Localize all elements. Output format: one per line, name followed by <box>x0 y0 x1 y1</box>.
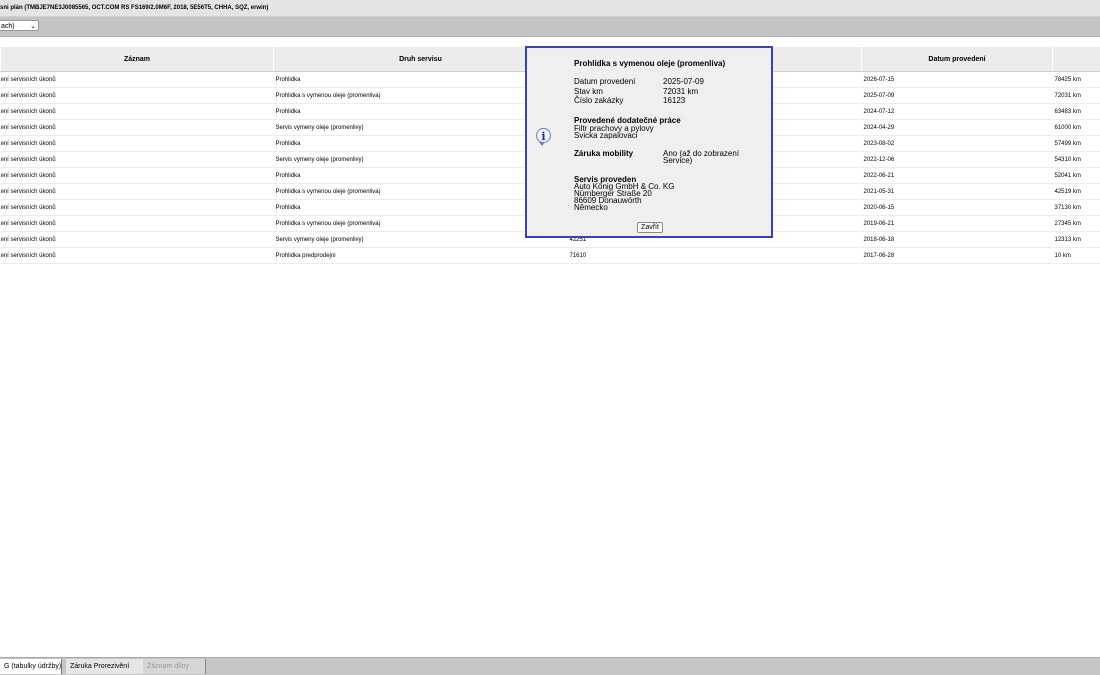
extra-work-list: Filtr prachovy a pylovy Svicka zapalovac… <box>574 125 654 139</box>
view-select[interactable]: ach) ⌄ <box>0 20 39 31</box>
column-header-date[interactable]: Datum provedení <box>862 47 1053 72</box>
cell-date: 2022-12-06 <box>862 152 1053 168</box>
mobility-value: Ano (až do zobrazení Service) <box>663 150 739 164</box>
cell-date: 2023-08-02 <box>862 136 1053 152</box>
cell-record: ení servisních úkonů <box>1 168 274 184</box>
cell-record: ení servisních úkonů <box>1 200 274 216</box>
cell-type: Prohlidka <box>274 200 568 216</box>
cell-record: ení servisních úkonů <box>1 232 274 248</box>
cell-type: Prohlidka predprodejni <box>274 248 568 264</box>
tab-maintenance-tables[interactable]: G (tabulky údržby) <box>0 659 62 674</box>
column-header-km[interactable] <box>1053 47 1100 72</box>
cell-date: 2026-07-15 <box>862 72 1053 88</box>
cell-km: 78425 km <box>1053 72 1100 88</box>
cell-date: 2019-06-21 <box>862 216 1053 232</box>
cell-type: Prohlidka s vymenou oleje (promenliva) <box>274 216 568 232</box>
cell-type: Prohlidka s vymenou oleje (promenliva) <box>274 184 568 200</box>
column-header-type[interactable]: Druh servisu <box>274 47 568 72</box>
cell-order: 71610 <box>568 248 862 264</box>
mobility-label: Záruka mobility <box>574 150 633 158</box>
cell-date: 2022-06-21 <box>862 168 1053 184</box>
field-value-order: 16123 <box>663 97 685 105</box>
cell-date: 2021-05-31 <box>862 184 1053 200</box>
extra-work-item: Svicka zapalovaci <box>574 132 654 139</box>
cell-record: ení servisních úkonů <box>1 216 274 232</box>
cell-date: 2020-06-15 <box>862 200 1053 216</box>
cell-record: ení servisních úkonů <box>1 120 274 136</box>
cell-type: Prohlidka <box>274 104 568 120</box>
cell-km: 37130 km <box>1053 200 1100 216</box>
cell-km: 10 km <box>1053 248 1100 264</box>
info-icon: i <box>536 128 551 143</box>
view-select-value: ach) <box>1 23 15 30</box>
cell-record: ení servisních úkonů <box>1 136 274 152</box>
cell-type: Prohlidka <box>274 72 568 88</box>
bottom-tab-strip: G (tabulky údržby) Záruka Prorezivění Zá… <box>0 657 1100 675</box>
field-label-date: Datum provedení <box>574 78 635 86</box>
cell-type: Prohlidka <box>274 168 568 184</box>
cell-record: ení servisních úkonů <box>1 72 274 88</box>
cell-type: Prohlidka <box>274 136 568 152</box>
table-row[interactable]: ení servisních úkonůProhlidka predprodej… <box>1 248 1100 264</box>
cell-km: 57499 km <box>1053 136 1100 152</box>
service-detail-dialog: i Prohlidka s vymenou oleje (promenliva)… <box>525 46 773 238</box>
cell-date: 2025-07-09 <box>862 88 1053 104</box>
cell-date: 2024-04-29 <box>862 120 1053 136</box>
cell-date: 2024-07-12 <box>862 104 1053 120</box>
dialog-title: Prohlidka s vymenou oleje (promenliva) <box>574 59 725 68</box>
tab-rust-warranty[interactable]: Záruka Prorezivění <box>66 659 144 674</box>
cell-km: 61000 km <box>1053 120 1100 136</box>
cell-type: Servis vymeny oleje (promenlivy) <box>274 232 568 248</box>
cell-date: 2018-06-18 <box>862 232 1053 248</box>
toolbar: ach) ⌄ <box>0 17 1100 37</box>
field-value-km: 72031 km <box>663 88 698 96</box>
field-value-date: 2025-07-09 <box>663 78 704 86</box>
address-line: Německo <box>574 204 675 211</box>
cell-type: Servis vymeny oleje (promenlivy) <box>274 120 568 136</box>
mobility-value-line: Service) <box>663 157 739 164</box>
cell-km: 27345 km <box>1053 216 1100 232</box>
window-title: sni plán (TMBJE7NE3J0085565, OCT.COM RS … <box>0 0 1100 17</box>
field-label-km: Stav km <box>574 88 603 96</box>
cell-km: 72031 km <box>1053 88 1100 104</box>
cell-km: 52041 km <box>1053 168 1100 184</box>
cell-record: ení servisních úkonů <box>1 184 274 200</box>
cell-km: 54310 km <box>1053 152 1100 168</box>
field-label-order: Číslo zakázky <box>574 97 623 105</box>
close-button[interactable]: Zavřít <box>637 222 663 233</box>
cell-record: ení servisních úkonů <box>1 104 274 120</box>
column-header-record[interactable]: Záznam <box>1 47 274 72</box>
cell-date: 2017-06-28 <box>862 248 1053 264</box>
tab-workshop-record[interactable]: Záznam dílny <box>143 659 206 674</box>
chevron-down-icon: ⌄ <box>30 21 36 32</box>
cell-type: Prohlidka s vymenou oleje (promenliva) <box>274 88 568 104</box>
cell-record: ení servisních úkonů <box>1 88 274 104</box>
cell-type: Servis vymeny oleje (promenlivy) <box>274 152 568 168</box>
cell-record: ení servisních úkonů <box>1 248 274 264</box>
cell-record: ení servisních úkonů <box>1 152 274 168</box>
cell-km: 12313 km <box>1053 232 1100 248</box>
cell-km: 42519 km <box>1053 184 1100 200</box>
service-address: Auto König GmbH & Co. KG Nürnberger Stra… <box>574 183 675 211</box>
cell-km: 63483 km <box>1053 104 1100 120</box>
